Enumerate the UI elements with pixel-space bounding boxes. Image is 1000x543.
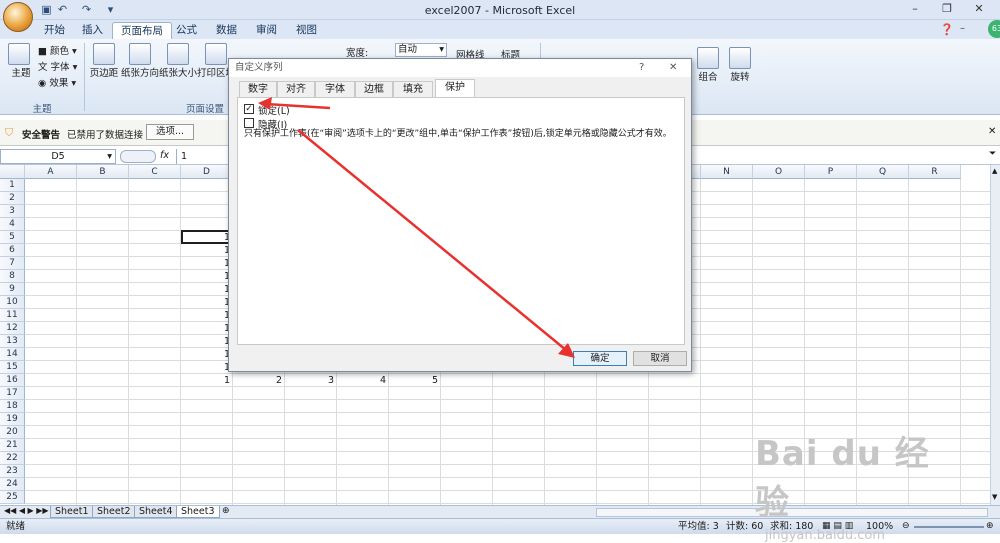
- annotation-arrows: [258, 97, 575, 358]
- arrow-to-locked: [258, 97, 331, 110]
- arrow-to-ok: [297, 129, 575, 358]
